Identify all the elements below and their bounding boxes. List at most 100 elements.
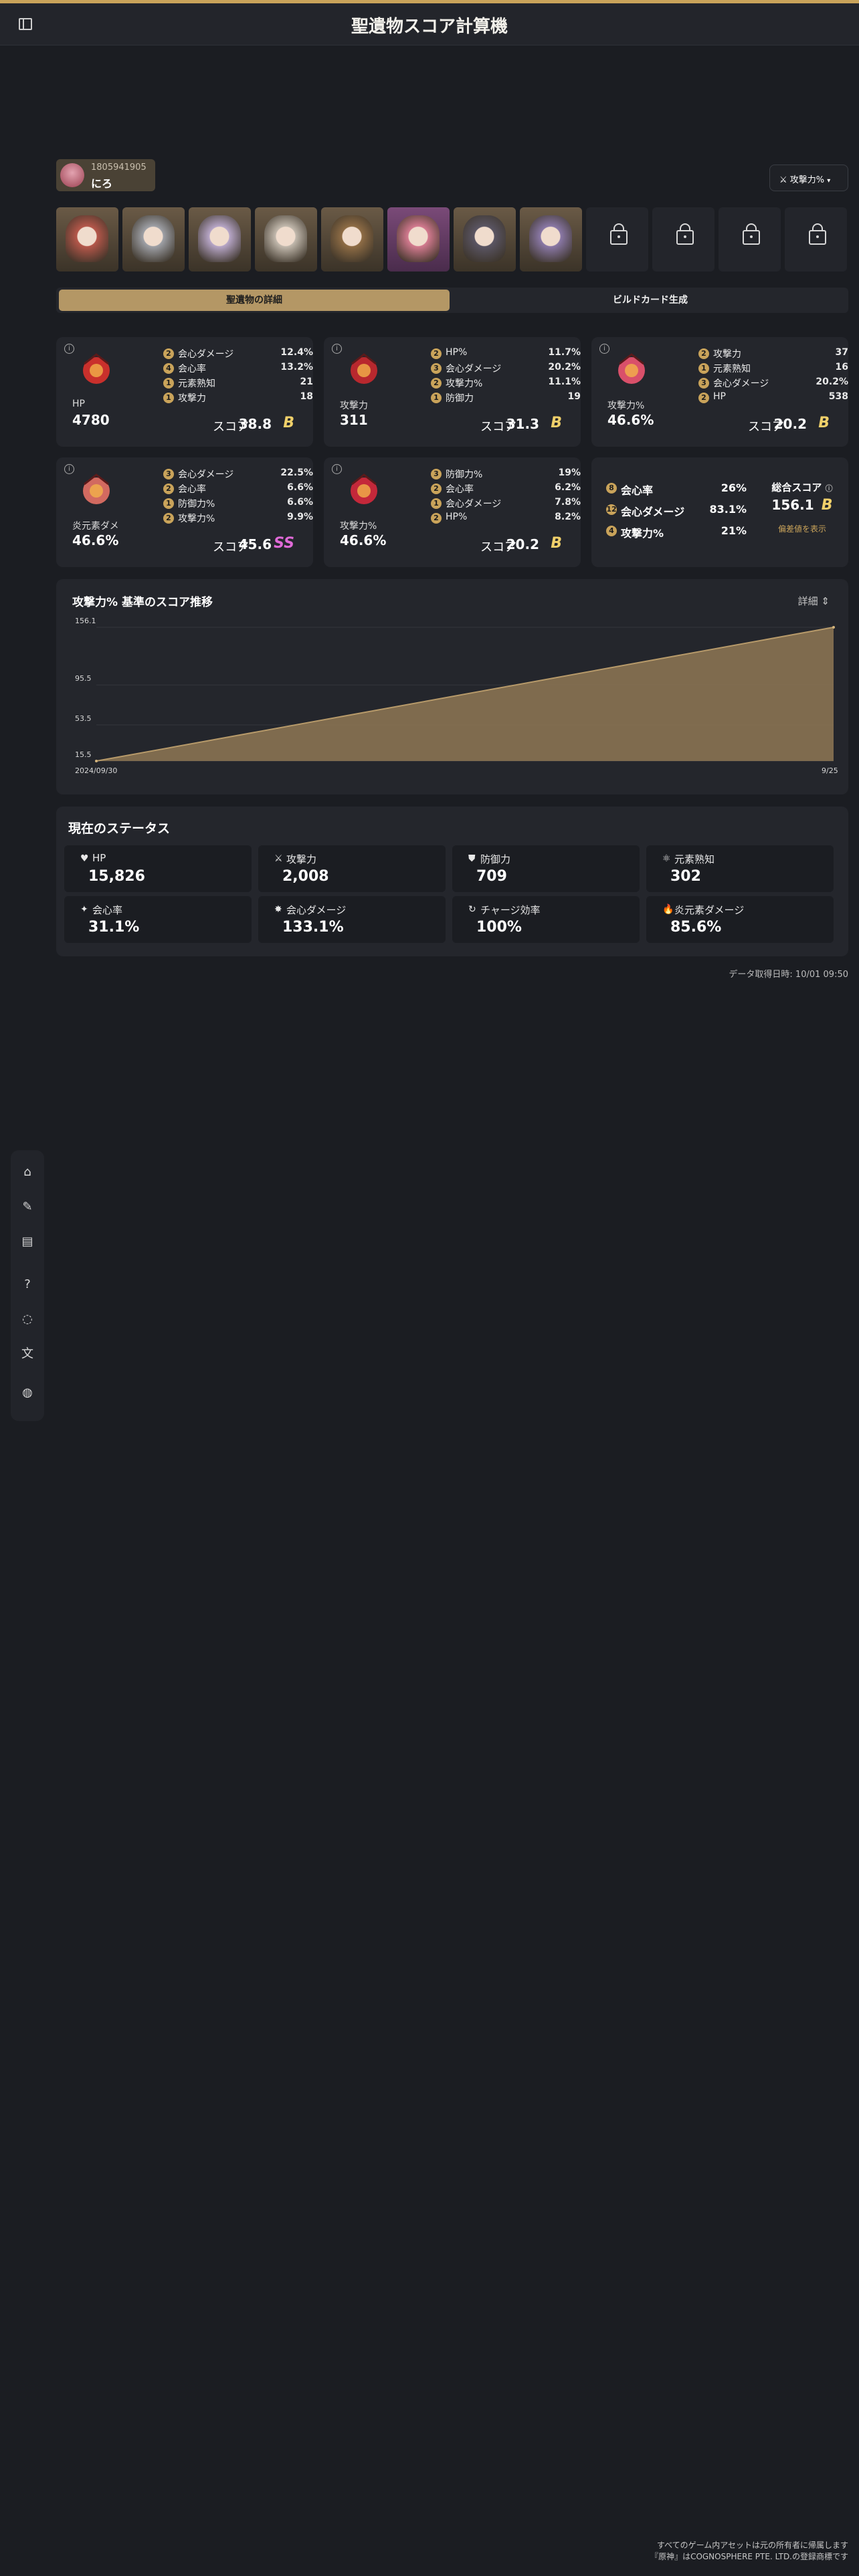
fetch-timestamp: データ取得日時: 10/01 09:50: [729, 970, 848, 980]
score-point[interactable]: [832, 626, 835, 629]
substat-row: 1 攻撃力 18: [163, 391, 313, 405]
substat-name: 攻撃力%: [178, 514, 215, 524]
artifact-score: 20.2: [773, 416, 807, 432]
character-card[interactable]: [56, 207, 118, 272]
lock-icon: [743, 223, 760, 245]
substat-value: 37: [835, 347, 848, 358]
main-stat-value: 46.6%: [607, 412, 654, 428]
locked-character-slot[interactable]: [652, 207, 714, 272]
artifact-score: 31.3: [506, 416, 539, 432]
main-stat-name: 炎元素ダメ: [72, 521, 119, 532]
roll-count-badge: 3: [431, 363, 442, 374]
substat-row: 2 会心率 6.6%: [163, 481, 313, 496]
character-card[interactable]: [189, 207, 251, 272]
character-card[interactable]: [255, 207, 317, 272]
status-label: 炎元素ダメージ: [674, 904, 745, 916]
character-card[interactable]: [454, 207, 516, 272]
substat-row: 1 会心ダメージ 7.8%: [431, 496, 581, 511]
substat-value: 8.2%: [555, 512, 581, 522]
substat-name: 会心ダメージ: [713, 379, 769, 389]
substat-row: 2 攻撃力% 9.9%: [163, 511, 313, 526]
substat-value: 6.6%: [287, 482, 313, 493]
x-tick-label: 2024/09/30: [75, 766, 117, 775]
artifact-grade: SS: [274, 535, 294, 552]
roll-count-badge: 2: [431, 484, 442, 494]
info-icon[interactable]: ⓘ: [826, 484, 833, 493]
substat-name: 会心率: [446, 484, 474, 495]
footer: すべてのゲーム内アセットは元の所有者に帰属します 『原神』はCOGNOSPHER…: [650, 2540, 848, 2563]
substat-name: 会心率: [178, 484, 206, 495]
substat-row: 3 会心ダメージ 20.2%: [698, 376, 848, 391]
chat-icon[interactable]: ◌: [20, 1312, 35, 1327]
roll-count-badge: 1: [431, 393, 442, 403]
home-icon[interactable]: ⌂: [20, 1165, 35, 1180]
info-icon[interactable]: i: [64, 464, 74, 474]
substat-row: 4 会心率 13.2%: [163, 361, 313, 376]
status-value: 85.6%: [670, 919, 722, 936]
locked-character-slot[interactable]: [785, 207, 847, 272]
artifact-card: i 攻撃力% 46.6% 3 防御力% 19% 2 会心率 6.2% 1 会心ダメージ 7.8% 2 HP…: [324, 457, 581, 567]
info-icon[interactable]: i: [599, 344, 609, 354]
status-cell: ⚔ 攻撃力 2,008: [258, 845, 446, 892]
tab-artifact-details[interactable]: 聖遺物の詳細: [59, 290, 450, 311]
elemental-mastery-icon: ⚛: [662, 853, 671, 864]
character-card[interactable]: [122, 207, 185, 272]
roll-count-badge: 2: [431, 348, 442, 359]
score-stat-label: 攻撃力%: [789, 175, 825, 185]
plume-of-death-icon: [351, 353, 377, 384]
info-icon[interactable]: i: [332, 344, 342, 354]
status-cell: ✸ 会心ダメージ 133.1%: [258, 896, 446, 943]
summary-stat-value: 26%: [721, 481, 747, 494]
substat-name: 防御力: [446, 393, 474, 404]
summary-row: 8 会心率 26%: [606, 480, 767, 502]
main-stat-value: 311: [340, 412, 368, 428]
help-chat-icon[interactable]: ?: [20, 1277, 35, 1292]
summary-stat-value: 21%: [721, 524, 747, 537]
artifact-card: i HP 4780 2 会心ダメージ 12.4% 4 会心率 13.2% 1 元素熟知 21 1 攻撃力 1…: [56, 337, 313, 447]
status-value: 133.1%: [282, 919, 344, 936]
main-stat-name: 攻撃力: [340, 401, 368, 411]
summary-row: 4 攻撃力% 21%: [606, 523, 767, 544]
substat-row: 2 HP% 8.2%: [431, 511, 581, 526]
status-cell: 🔥 炎元素ダメージ 85.6%: [646, 896, 834, 943]
page-title: 聖遺物スコア計算機: [351, 17, 508, 37]
locked-character-slot[interactable]: [586, 207, 648, 272]
character-card[interactable]: [520, 207, 582, 272]
character-portrait: [264, 215, 307, 262]
score-point[interactable]: [95, 760, 98, 762]
roll-count-badge: 1: [431, 498, 442, 509]
tab-build-card[interactable]: ビルドカード生成: [455, 290, 846, 311]
summary-stat-name: 攻撃力%: [621, 527, 664, 540]
character-card[interactable]: [387, 207, 450, 272]
substat-name: 会心率: [178, 364, 206, 374]
main-stat-name: 攻撃力%: [607, 401, 645, 411]
globe-icon[interactable]: ◍: [20, 1386, 35, 1400]
roll-count-badge: 4: [163, 363, 174, 374]
summary-row: 12 会心ダメージ 83.1%: [606, 502, 767, 523]
translate-icon[interactable]: 文: [20, 1347, 35, 1362]
book-icon[interactable]: ▤: [20, 1235, 35, 1249]
edit-icon[interactable]: ✎: [20, 1200, 35, 1214]
substat-row: 2 攻撃力 37: [698, 346, 848, 361]
substat-name: 会心ダメージ: [446, 364, 502, 374]
deviation-link[interactable]: 偏差値を表示: [765, 523, 839, 534]
substat-row: 3 会心ダメージ 22.5%: [163, 467, 313, 481]
crit-damage-icon: ✸: [274, 904, 282, 915]
info-icon[interactable]: i: [332, 464, 342, 474]
score-stat-dropdown[interactable]: ⚔ 攻撃力% ▾: [769, 165, 848, 191]
locked-character-slot[interactable]: [719, 207, 781, 272]
lock-icon: [809, 223, 826, 245]
avatar: [60, 163, 84, 187]
y-tick-label: 53.5: [75, 714, 92, 723]
sword-icon: ⚔: [274, 853, 283, 864]
character-card[interactable]: [321, 207, 383, 272]
player-uid: 1805941905: [91, 163, 147, 173]
lock-icon: [676, 223, 694, 245]
character-list: [56, 207, 848, 272]
status-label: チャージ効率: [480, 904, 541, 916]
substat-value: 22.5%: [280, 467, 313, 478]
info-icon[interactable]: i: [64, 344, 74, 354]
player-profile[interactable]: 1805941905 にろ: [56, 159, 155, 191]
substat-row: 2 攻撃力% 11.1%: [431, 376, 581, 391]
substat-row: 1 元素熟知 16: [698, 361, 848, 376]
